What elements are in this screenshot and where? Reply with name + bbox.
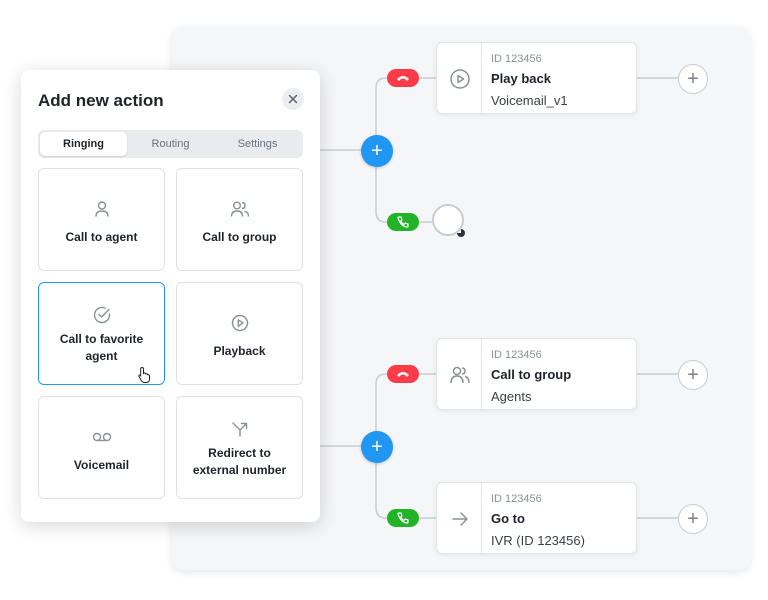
person-icon [93, 199, 111, 219]
action-voicemail[interactable]: Voicemail [38, 396, 165, 499]
add-action-panel: Add new action Ringing Routing Settings … [21, 70, 320, 522]
redirect-arrow-icon [231, 419, 249, 439]
phone-icon [397, 216, 409, 228]
answered-call-badge[interactable] [387, 509, 419, 527]
action-tabs: Ringing Routing Settings [38, 130, 303, 158]
node-id: ID 123456 [491, 349, 542, 361]
node-subtitle: Agents [491, 389, 532, 404]
action-redirect-external[interactable]: Redirect to external number [176, 396, 303, 499]
close-icon [288, 94, 298, 104]
phone-icon [397, 512, 409, 524]
action-label: Redirect to external number [192, 446, 287, 477]
action-label: Call to favorite agent [59, 332, 144, 363]
action-call-to-group[interactable]: Call to group [176, 168, 303, 271]
action-label: Call to agent [65, 230, 138, 244]
flow-node-go-to[interactable]: ID 123456 Go to IVR (ID 123456) [436, 482, 637, 554]
hangup-icon [397, 76, 409, 81]
action-label: Call to group [202, 230, 277, 244]
declined-call-badge[interactable] [387, 365, 419, 383]
tab-settings[interactable]: Settings [214, 132, 301, 156]
node-subtitle: Voicemail_v1 [491, 93, 568, 108]
action-call-to-agent[interactable]: Call to agent [38, 168, 165, 271]
play-circle-icon [230, 313, 250, 333]
node-subtitle: IVR (ID 123456) [491, 533, 585, 548]
tab-routing[interactable]: Routing [127, 132, 214, 156]
voicemail-icon [92, 427, 112, 447]
group-icon [449, 364, 471, 386]
declined-call-badge[interactable] [387, 69, 419, 87]
node-id: ID 123456 [491, 53, 542, 65]
close-button[interactable] [282, 88, 304, 110]
add-branch-button[interactable]: + [361, 431, 393, 463]
flow-node-play-back[interactable]: ID 123456 Play back Voicemail_v1 [436, 42, 637, 114]
hangup-icon [397, 372, 409, 377]
add-branch-button[interactable]: + [361, 135, 393, 167]
action-playback[interactable]: Playback [176, 282, 303, 385]
flow-node-call-to-group[interactable]: ID 123456 Call to group Agents [436, 338, 637, 410]
node-divider [481, 339, 482, 409]
node-title: Call to group [491, 367, 572, 382]
node-title: Go to [491, 511, 525, 526]
add-next-step-button[interactable]: + [678, 504, 708, 534]
arrow-right-icon [449, 508, 471, 530]
node-title: Play back [491, 71, 551, 86]
node-divider [481, 43, 482, 113]
node-id: ID 123456 [491, 493, 542, 505]
hand-cursor-icon [138, 366, 150, 383]
node-divider [481, 483, 482, 553]
tab-ringing[interactable]: Ringing [40, 132, 127, 156]
add-next-step-button[interactable]: + [678, 64, 708, 94]
answered-call-badge[interactable] [387, 213, 419, 231]
play-circle-icon [449, 68, 471, 90]
action-label: Voicemail [73, 458, 130, 472]
action-label: Playback [213, 344, 266, 358]
panel-title: Add new action [38, 91, 164, 110]
check-circle-icon [92, 305, 112, 325]
add-next-step-button[interactable]: + [678, 360, 708, 390]
group-icon [230, 199, 250, 219]
loading-spinner [432, 204, 464, 236]
